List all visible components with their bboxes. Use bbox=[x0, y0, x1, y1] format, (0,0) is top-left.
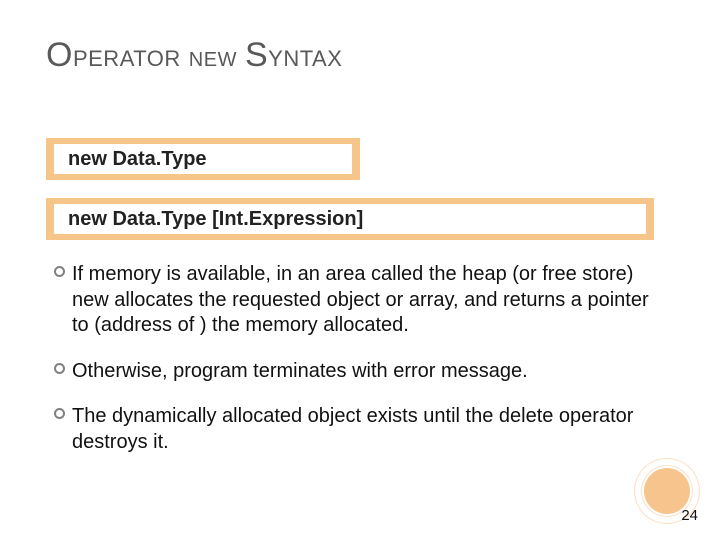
bullet-marker-icon bbox=[46, 262, 72, 277]
title-part3-drop: S bbox=[245, 36, 268, 74]
syntax-text-2: new Data.Type [Int.Expression] bbox=[68, 208, 363, 231]
bullet-marker-icon bbox=[46, 359, 72, 374]
title-part1-rest: PERATOR bbox=[73, 46, 181, 71]
slide-title: OPERATOR NEW SYNTAX bbox=[46, 36, 342, 75]
bullet-marker-icon bbox=[46, 404, 72, 419]
bullet-text: Otherwise, program terminates with error… bbox=[72, 359, 528, 385]
syntax-text-1: new Data.Type bbox=[68, 148, 207, 171]
bullet-list: If memory is available, in an area calle… bbox=[46, 262, 666, 476]
title-part2: NEW bbox=[189, 49, 237, 71]
list-item: Otherwise, program terminates with error… bbox=[46, 359, 666, 385]
page-number: 24 bbox=[681, 507, 698, 524]
list-item: The dynamically allocated object exists … bbox=[46, 404, 666, 455]
list-item: If memory is available, in an area calle… bbox=[46, 262, 666, 339]
slide: OPERATOR NEW SYNTAX new Data.Type new Da… bbox=[0, 0, 720, 540]
title-part1-drop: O bbox=[46, 36, 73, 74]
bullet-text: The dynamically allocated object exists … bbox=[72, 404, 666, 455]
title-part3-rest: YNTAX bbox=[268, 46, 342, 71]
bullet-text: If memory is available, in an area calle… bbox=[72, 262, 666, 339]
syntax-box-1: new Data.Type bbox=[46, 138, 360, 180]
syntax-box-2: new Data.Type [Int.Expression] bbox=[46, 198, 654, 240]
